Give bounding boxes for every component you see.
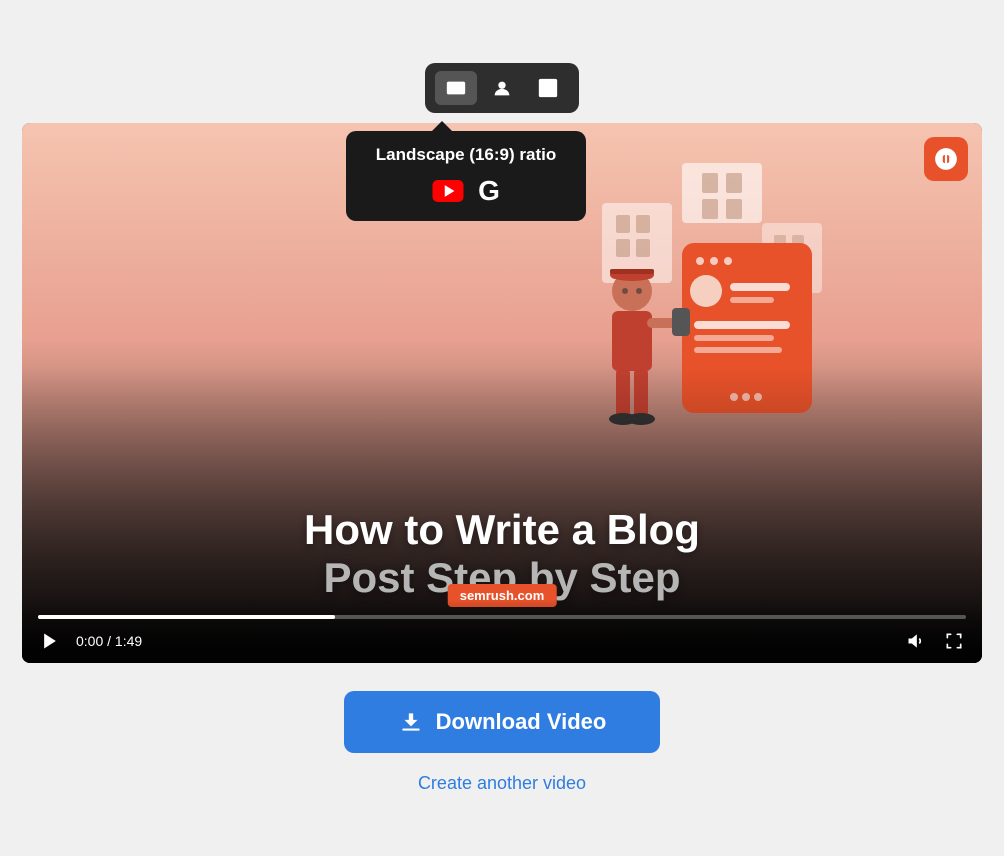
landscape-icon xyxy=(445,77,467,99)
fullscreen-button[interactable] xyxy=(942,629,966,653)
play-button[interactable] xyxy=(38,629,62,653)
tooltip-platforms: G xyxy=(366,175,566,207)
volume-icon xyxy=(906,631,926,651)
time-display: 0:00 / 1:49 xyxy=(76,633,142,649)
download-icon xyxy=(398,709,424,735)
tooltip: Landscape (16:9) ratio G xyxy=(346,131,586,221)
download-button-label: Download Video xyxy=(436,709,607,735)
tooltip-title: Landscape (16:9) ratio xyxy=(366,145,566,165)
create-another-button[interactable]: Create another video xyxy=(418,773,586,794)
portrait-icon xyxy=(491,77,513,99)
square-button[interactable] xyxy=(527,71,569,105)
controls-left: 0:00 / 1:49 xyxy=(38,629,142,653)
fullscreen-icon xyxy=(944,631,964,651)
format-toolbar xyxy=(425,63,579,113)
square-icon xyxy=(537,77,559,99)
main-container: Landscape (16:9) ratio G xyxy=(22,63,982,794)
play-icon xyxy=(40,631,60,651)
youtube-icon xyxy=(432,180,464,202)
progress-fill xyxy=(38,615,335,619)
google-icon: G xyxy=(478,175,500,207)
video-controls: 0:00 / 1:49 xyxy=(22,599,982,663)
semrush-logo xyxy=(924,137,968,181)
progress-bar[interactable] xyxy=(38,615,966,619)
controls-row: 0:00 / 1:49 xyxy=(38,629,966,653)
controls-right xyxy=(904,629,966,653)
volume-button[interactable] xyxy=(904,629,928,653)
portrait-button[interactable] xyxy=(481,71,523,105)
download-video-button[interactable]: Download Video xyxy=(344,691,661,753)
semrush-icon xyxy=(933,146,959,172)
landscape-button[interactable] xyxy=(435,71,477,105)
